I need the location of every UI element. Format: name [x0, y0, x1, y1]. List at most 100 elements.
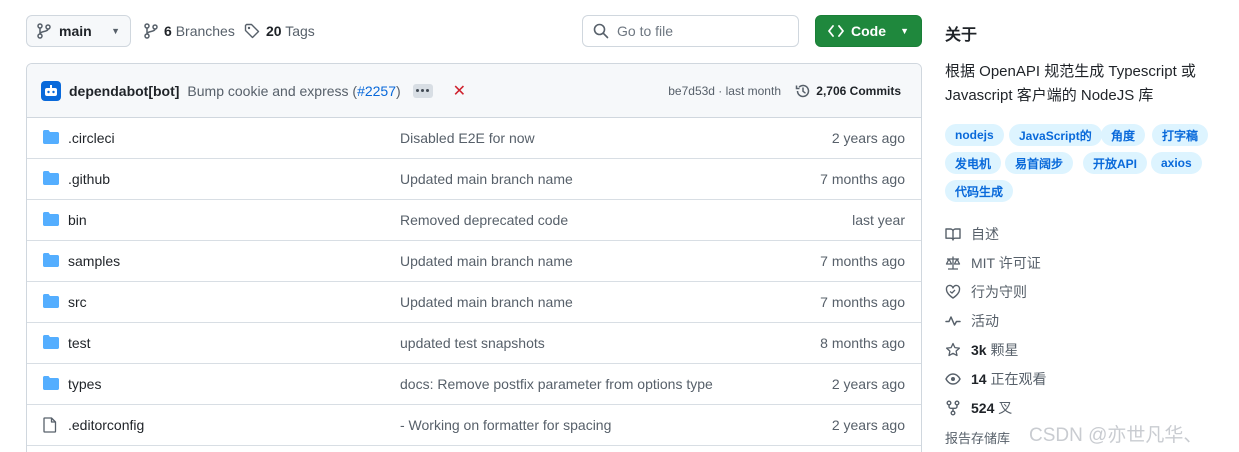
- file-commit-date: 8 months ago: [820, 335, 905, 351]
- repo-forked-icon: [946, 400, 960, 416]
- history-icon: [796, 84, 810, 97]
- branch-name: main: [59, 23, 92, 39]
- pulse-icon: [945, 316, 961, 326]
- go-to-file-input[interactable]: [617, 23, 777, 39]
- readme-label: 自述: [971, 226, 999, 242]
- table-row[interactable]: types docs: Remove postfix parameter from…: [27, 364, 921, 405]
- file-name-link[interactable]: samples: [68, 253, 120, 269]
- eye-icon: [945, 373, 961, 385]
- go-to-file-search[interactable]: [582, 15, 799, 47]
- file-name-link[interactable]: src: [68, 294, 87, 310]
- file-list: .circleci Disabled E2E for now 2 years ago…: [27, 118, 921, 446]
- book-icon: [945, 228, 961, 241]
- file-name-link[interactable]: bin: [68, 212, 87, 228]
- file-icon: [43, 417, 57, 436]
- about-heading: 关于: [945, 27, 978, 44]
- commit-pr-link[interactable]: #2257: [357, 83, 396, 99]
- code-of-conduct-label: 行为守则: [971, 284, 1027, 300]
- commit-message[interactable]: Bump cookie and express (#2257): [187, 83, 400, 99]
- file-commit-date: 7 months ago: [820, 171, 905, 187]
- search-icon: [593, 23, 609, 39]
- code-of-conduct-link[interactable]: 行为守则: [945, 282, 1027, 302]
- file-commit-message-link[interactable]: Disabled E2E for now: [400, 130, 535, 146]
- file-commit-message-link[interactable]: updated test snapshots: [400, 335, 545, 351]
- forks-link[interactable]: 524 叉: [945, 398, 1012, 418]
- stars-link[interactable]: 3k 颗星: [945, 340, 1018, 360]
- file-commit-message-link[interactable]: Updated main branch name: [400, 171, 573, 187]
- file-commit-message-link[interactable]: Removed deprecated code: [400, 212, 568, 228]
- branches-label: Branches: [175, 23, 235, 39]
- file-commit-date: 2 years ago: [831, 417, 905, 433]
- code-button-label: Code: [851, 23, 886, 39]
- chevron-down-icon: ▼: [111, 26, 120, 36]
- latest-commit-bar: dependabot[bot] Bump cookie and express …: [27, 64, 921, 118]
- readme-link[interactable]: 自述: [945, 224, 999, 244]
- branch-select-button[interactable]: main ▼: [26, 15, 131, 47]
- folder-icon: [43, 253, 59, 270]
- folder-icon: [43, 130, 59, 147]
- file-name-link[interactable]: .editorconfig: [68, 417, 144, 433]
- topic-tag[interactable]: 打字稿: [1152, 124, 1209, 146]
- git-branch-icon: [37, 23, 51, 39]
- file-commit-message-link[interactable]: docs: Remove postfix parameter from opti…: [400, 376, 713, 392]
- table-row[interactable]: .circleci Disabled E2E for now 2 years ago: [27, 118, 921, 159]
- commit-message-end: ): [396, 82, 401, 99]
- topic-tag[interactable]: 代码生成: [945, 180, 1014, 202]
- branches-link[interactable]: 6 Branches: [144, 15, 235, 47]
- topic-tag[interactable]: 发电机: [945, 152, 1002, 174]
- file-name-link[interactable]: .github: [68, 171, 110, 187]
- commit-message-text: Bump cookie and express (: [187, 82, 358, 99]
- file-commit-date: 2 years ago: [831, 130, 905, 146]
- chevron-down-icon: ▼: [900, 26, 909, 36]
- report-repository-link[interactable]: 报告存储库: [945, 428, 1010, 447]
- topic-tag[interactable]: axios: [1151, 152, 1202, 174]
- file-commit-message-link[interactable]: Updated main branch name: [400, 253, 573, 269]
- file-commit-date: 2 years ago: [831, 376, 905, 392]
- tags-link[interactable]: 20 Tags: [244, 15, 315, 47]
- license-label: MIT 许可证: [971, 255, 1041, 271]
- activity-label: 活动: [971, 313, 999, 329]
- code-icon: [828, 25, 844, 37]
- table-row[interactable]: samples Updated main branch name 7 months …: [27, 241, 921, 282]
- table-row[interactable]: src Updated main branch name 7 months ago: [27, 282, 921, 323]
- commits-history-link[interactable]: 2,706 Commits: [795, 83, 901, 99]
- file-name-link[interactable]: test: [68, 335, 91, 351]
- tag-icon: [244, 23, 260, 39]
- topic-tag[interactable]: 角度: [1101, 124, 1146, 146]
- watching-count: 14: [971, 371, 987, 387]
- table-row[interactable]: bin Removed deprecated code last year: [27, 200, 921, 241]
- code-button[interactable]: Code ▼: [815, 15, 922, 47]
- activity-link[interactable]: 活动: [945, 311, 999, 331]
- file-commit-message-link[interactable]: - Working on formatter for spacing: [400, 417, 611, 433]
- commit-author-link[interactable]: dependabot[bot]: [69, 83, 179, 99]
- file-commit-message-link[interactable]: Updated main branch name: [400, 294, 573, 310]
- folder-icon: [43, 294, 59, 311]
- folder-icon: [43, 376, 59, 393]
- forks-label: 叉: [998, 400, 1013, 416]
- file-name-link[interactable]: types: [68, 376, 101, 392]
- folder-icon: [43, 212, 59, 229]
- avatar[interactable]: [41, 80, 61, 101]
- topic-tag[interactable]: 开放API: [1083, 152, 1148, 174]
- topic-tag[interactable]: JavaScript的: [1009, 124, 1102, 146]
- expand-commit-button[interactable]: [412, 83, 433, 98]
- stars-label: 颗星: [990, 342, 1019, 358]
- heart-handshake-icon: [945, 284, 961, 299]
- commit-hash-time[interactable]: be7d53d · last month: [668, 84, 781, 98]
- topic-tag[interactable]: 易首阔步: [1005, 152, 1074, 174]
- folder-icon: [43, 171, 59, 188]
- file-commit-date: 7 months ago: [820, 253, 905, 269]
- table-row[interactable]: .editorconfig - Working on formatter for …: [27, 405, 921, 446]
- table-row[interactable]: test updated test snapshots 8 months ago: [27, 323, 921, 364]
- stars-count: 3k: [971, 342, 987, 358]
- file-name-link[interactable]: .circleci: [68, 130, 115, 146]
- repo-description: 根据 OpenAPI 规范生成 Typescript 或 Javascript …: [945, 63, 1196, 104]
- file-commit-date: last year: [852, 212, 905, 228]
- csdn-watermark: CSDN @亦世凡华、: [1029, 425, 1203, 446]
- topic-tag[interactable]: nodejs: [945, 124, 1004, 146]
- license-link[interactable]: MIT 许可证: [945, 253, 1041, 273]
- check-failed-icon[interactable]: ✕: [453, 81, 466, 101]
- commits-count: 2,706 Commits: [816, 83, 901, 98]
- watchers-link[interactable]: 14 正在观看: [945, 369, 1046, 389]
- table-row[interactable]: .github Updated main branch name 7 months …: [27, 159, 921, 200]
